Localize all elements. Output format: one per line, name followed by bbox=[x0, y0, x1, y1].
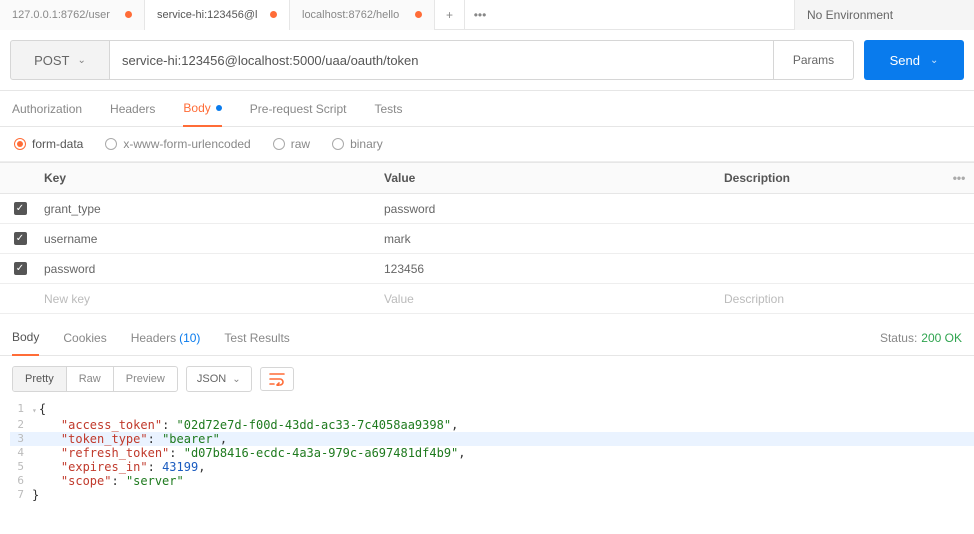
col-key: Key bbox=[40, 171, 380, 185]
table-row[interactable]: ✓ username mark bbox=[0, 224, 974, 254]
cell-key[interactable]: username bbox=[40, 232, 380, 246]
view-preview[interactable]: Preview bbox=[114, 367, 177, 391]
cell-value[interactable]: mark bbox=[380, 232, 720, 246]
add-tab-button[interactable]: + bbox=[435, 0, 465, 30]
body-types: form-data x-www-form-urlencoded raw bina… bbox=[0, 127, 974, 162]
environment-select[interactable]: No Environment bbox=[794, 0, 974, 30]
resp-tab-headers[interactable]: Headers(10) bbox=[131, 320, 201, 356]
url-input[interactable] bbox=[110, 40, 774, 80]
row-checkbox[interactable]: ✓ bbox=[14, 262, 27, 275]
table-more-icon[interactable]: ••• bbox=[944, 171, 974, 185]
radio-formdata[interactable]: form-data bbox=[14, 137, 83, 151]
col-description: Description bbox=[720, 171, 944, 185]
view-mode-group: Pretty Raw Preview bbox=[12, 366, 178, 392]
tab-overflow-button[interactable]: ••• bbox=[465, 0, 495, 30]
send-button[interactable]: Send⌄ bbox=[864, 40, 964, 80]
table-row[interactable]: ✓ password 123456 bbox=[0, 254, 974, 284]
resp-tab-tests[interactable]: Test Results bbox=[224, 320, 289, 356]
table-header: Key Value Description ••• bbox=[0, 162, 974, 194]
response-body[interactable]: 1▾{2 "access_token": "02d72e7d-f00d-43dd… bbox=[0, 402, 974, 502]
params-button[interactable]: Params bbox=[774, 40, 854, 80]
request-tabs: Authorization Headers Body Pre-request S… bbox=[0, 91, 974, 127]
tab-2[interactable]: localhost:8762/hello bbox=[290, 0, 435, 30]
cell-key[interactable]: grant_type bbox=[40, 202, 380, 216]
new-desc[interactable]: Description bbox=[720, 292, 944, 306]
body-active-dot-icon bbox=[216, 105, 222, 111]
cell-value[interactable]: password bbox=[380, 202, 720, 216]
resp-tab-cookies[interactable]: Cookies bbox=[63, 320, 106, 356]
view-raw[interactable]: Raw bbox=[67, 367, 114, 391]
row-checkbox[interactable]: ✓ bbox=[14, 202, 27, 215]
tab-1[interactable]: service-hi:123456@l bbox=[145, 0, 290, 30]
tab-0[interactable]: 127.0.0.1:8762/user bbox=[0, 0, 145, 30]
chevron-down-icon: ⌄ bbox=[78, 55, 86, 66]
dirty-dot-icon bbox=[125, 11, 132, 18]
view-pretty[interactable]: Pretty bbox=[13, 367, 67, 391]
resp-tab-body[interactable]: Body bbox=[12, 320, 39, 356]
viewer-bar: Pretty Raw Preview JSON⌄ bbox=[0, 356, 974, 402]
status-info: Status:200 OK bbox=[880, 331, 962, 345]
cell-value[interactable]: 123456 bbox=[380, 262, 720, 276]
radio-urlencoded[interactable]: x-www-form-urlencoded bbox=[105, 137, 250, 151]
wrap-icon bbox=[269, 372, 285, 386]
method-select[interactable]: POST⌄ bbox=[10, 40, 110, 80]
col-value: Value bbox=[380, 171, 720, 185]
radio-binary[interactable]: binary bbox=[332, 137, 383, 151]
table-row[interactable]: ✓ grant_type password bbox=[0, 194, 974, 224]
tabs-row: 127.0.0.1:8762/user service-hi:123456@l … bbox=[0, 0, 495, 29]
cell-key[interactable]: password bbox=[40, 262, 380, 276]
chevron-down-icon: ⌄ bbox=[930, 55, 938, 66]
response-tabs: Body Cookies Headers(10) Test Results St… bbox=[0, 320, 974, 356]
request-row: POST⌄ Params Send⌄ bbox=[0, 30, 974, 91]
status-code: 200 OK bbox=[921, 331, 962, 345]
tab-body[interactable]: Body bbox=[183, 91, 221, 127]
wrap-lines-button[interactable] bbox=[260, 367, 294, 391]
tab-tests[interactable]: Tests bbox=[374, 91, 402, 127]
format-select[interactable]: JSON⌄ bbox=[186, 366, 252, 392]
table-row-new[interactable]: New key Value Description bbox=[0, 284, 974, 314]
tab-authorization[interactable]: Authorization bbox=[12, 91, 82, 127]
radio-raw[interactable]: raw bbox=[273, 137, 310, 151]
top-bar: 127.0.0.1:8762/user service-hi:123456@l … bbox=[0, 0, 974, 30]
row-checkbox[interactable]: ✓ bbox=[14, 232, 27, 245]
tab-headers[interactable]: Headers bbox=[110, 91, 155, 127]
new-key[interactable]: New key bbox=[40, 292, 380, 306]
tab-prerequest[interactable]: Pre-request Script bbox=[250, 91, 347, 127]
formdata-table: Key Value Description ••• ✓ grant_type p… bbox=[0, 162, 974, 314]
chevron-down-icon: ⌄ bbox=[232, 374, 240, 385]
dirty-dot-icon bbox=[270, 11, 277, 18]
dirty-dot-icon bbox=[415, 11, 422, 18]
new-value[interactable]: Value bbox=[380, 292, 720, 306]
